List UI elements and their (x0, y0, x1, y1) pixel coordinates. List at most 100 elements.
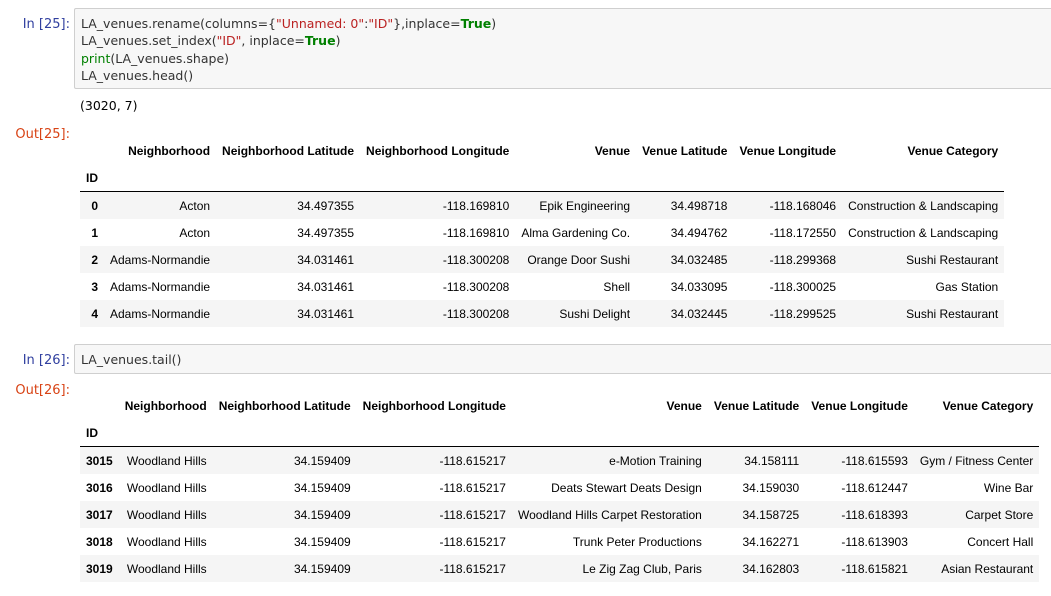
column-header: Neighborhood Latitude (222, 143, 355, 158)
column-header: Venue Latitude (642, 143, 728, 158)
row-index: 3015 (86, 453, 113, 468)
code-token: "ID" (368, 16, 394, 31)
index-name: ID (80, 419, 119, 447)
output-prompt-25: Out[25]: (15, 127, 70, 142)
table-cell: Woodland Hills Carpet Restoration (517, 507, 702, 522)
table-cell: Acton (179, 225, 211, 240)
column-header: Neighborhood (128, 143, 211, 158)
table-cell: Adams-Normandie (110, 306, 211, 321)
input-prompt-26: In [26]: (22, 353, 70, 368)
table-cell: -118.169810 (442, 198, 510, 213)
table-cell: -118.300208 (442, 252, 510, 267)
table-cell: Sushi Delight (559, 306, 631, 321)
table-row: 1 Acton 34.497355 -118.169810 Alma Gardening… (80, 219, 1004, 246)
table-cell: 34.497355 (297, 225, 355, 240)
table-cell: -118.169810 (442, 225, 510, 240)
index-name: ID (80, 164, 104, 192)
code-line: LA_venues.rename(columns={"Unnamed: 0":"… (81, 15, 1045, 32)
table-row: 0 Acton 34.497355 -118.169810 Epik Engineeri… (80, 191, 1005, 219)
table-row: 3019 Woodland Hills 34.159409 -118.615217 Le… (80, 555, 1040, 582)
row-index: 3 (91, 279, 98, 294)
table-cell: Alma Gardening Co. (521, 225, 631, 240)
table-cell: -118.615217 (439, 534, 506, 549)
table-cell: Concert Hall (967, 534, 1034, 549)
column-header: Venue Longitude (739, 143, 837, 158)
row-index: 0 (91, 198, 98, 213)
table-cell: 34.497355 (297, 198, 355, 213)
table-row: 3018 Woodland Hills 34.159409 -118.615217 Tr… (80, 528, 1039, 555)
index-name-filler (733, 164, 843, 192)
table-row: 3016 Woodland Hills 34.159409 -118.615217 De… (80, 474, 1039, 501)
table-row: 3 Adams-Normandie 34.031461 -118.300208 Shel… (80, 273, 1004, 300)
row-index: 2 (91, 252, 98, 267)
dataframe-tail-table: Neighborhood Neighborhood Latitude Neighbo… (80, 392, 1040, 582)
table-cell: Adams-Normandie (110, 279, 211, 294)
column-header: Neighborhood Longitude (366, 143, 510, 158)
table-cell: -118.615821 (841, 561, 908, 576)
row-index: 3016 (86, 480, 113, 495)
code-token: print (81, 50, 111, 66)
table-cell: 34.032485 (670, 252, 728, 267)
code-line: print(LA_venues.shape) (81, 50, 1045, 67)
row-index: 4 (91, 306, 98, 321)
table-cell: -118.172550 (769, 225, 837, 240)
table-cell: -118.299525 (769, 306, 837, 321)
row-index: 1 (91, 225, 98, 240)
index-name-filler (511, 419, 708, 447)
table-cell: Gas Station (935, 279, 999, 294)
index-name-filler (118, 419, 213, 447)
index-name-filler (842, 164, 1005, 192)
code-token: True (304, 33, 336, 49)
table-cell: Construction & Landscaping (848, 198, 999, 213)
table-cell: 34.159409 (293, 561, 351, 576)
code-line: LA_venues.tail() (81, 351, 1045, 368)
table-cell: 34.031461 (297, 279, 355, 294)
index-name-filler (913, 419, 1040, 447)
row-index: 3019 (86, 561, 113, 576)
table-row: 2 Adams-Normandie 34.031461 -118.300208 Oran… (80, 246, 1005, 273)
column-header: Venue (666, 398, 702, 413)
index-name-filler (707, 419, 806, 447)
table-cell: 34.031461 (297, 306, 355, 321)
index-name-filler (515, 164, 637, 192)
code-input-25[interactable]: LA_venues.rename(columns={"Unnamed: 0":"… (74, 8, 1051, 89)
table-cell: Asian Restaurant (941, 561, 1034, 576)
stdout-output-25: (3020, 7) (80, 98, 138, 113)
table-cell: Sushi Restaurant (906, 306, 999, 321)
table-cell: -118.300208 (442, 306, 510, 321)
input-prompt-25: In [25]: (22, 17, 70, 32)
table-cell: Woodland Hills (126, 453, 207, 468)
output-prompt-26: Out[26]: (15, 383, 70, 398)
index-name-row: ID (80, 419, 1040, 447)
table-cell: 34.498718 (670, 198, 728, 213)
index-name-filler (212, 419, 357, 447)
code-token: },inplace= (393, 16, 461, 31)
table-cell: Shell (603, 279, 631, 294)
table-cell: Le Zig Zag Club, Paris (582, 561, 702, 576)
table-cell: -118.613903 (841, 534, 908, 549)
table-cell: 34.159409 (293, 507, 351, 522)
table-cell: Construction & Landscaping (848, 225, 999, 240)
table-cell: Trunk Peter Productions (572, 534, 702, 549)
table-cell: 34.494762 (670, 225, 728, 240)
code-token: LA_venues.head() (81, 67, 194, 83)
code-input-26[interactable]: LA_venues.tail() (74, 344, 1051, 374)
column-header: Venue Category (942, 398, 1034, 413)
code-token: LA_venues.tail() (81, 352, 182, 367)
table-cell: 34.033095 (670, 279, 728, 294)
column-header-row: Neighborhood Neighborhood Latitude Neighbo… (80, 137, 1004, 164)
table-cell: 34.162803 (742, 561, 800, 576)
code-token: ) (491, 16, 497, 31)
index-name-row: ID (80, 164, 1005, 192)
notebook: In [25]: LA_venues.rename(columns={"Unna… (0, 0, 1051, 596)
table-cell: Acton (179, 198, 211, 213)
table-row: 4 Adams-Normandie 34.031461 -118.300208 Sush… (80, 300, 1005, 327)
table-cell: -118.618393 (841, 507, 908, 522)
index-name-filler (360, 164, 516, 192)
corner-blank (80, 392, 119, 419)
code-token: ) (335, 33, 341, 49)
index-name-filler (216, 164, 361, 192)
table-cell: 34.031461 (297, 252, 355, 267)
code-token: LA_venues.rename(columns={ (81, 16, 276, 31)
table-cell: -118.300025 (769, 279, 837, 294)
